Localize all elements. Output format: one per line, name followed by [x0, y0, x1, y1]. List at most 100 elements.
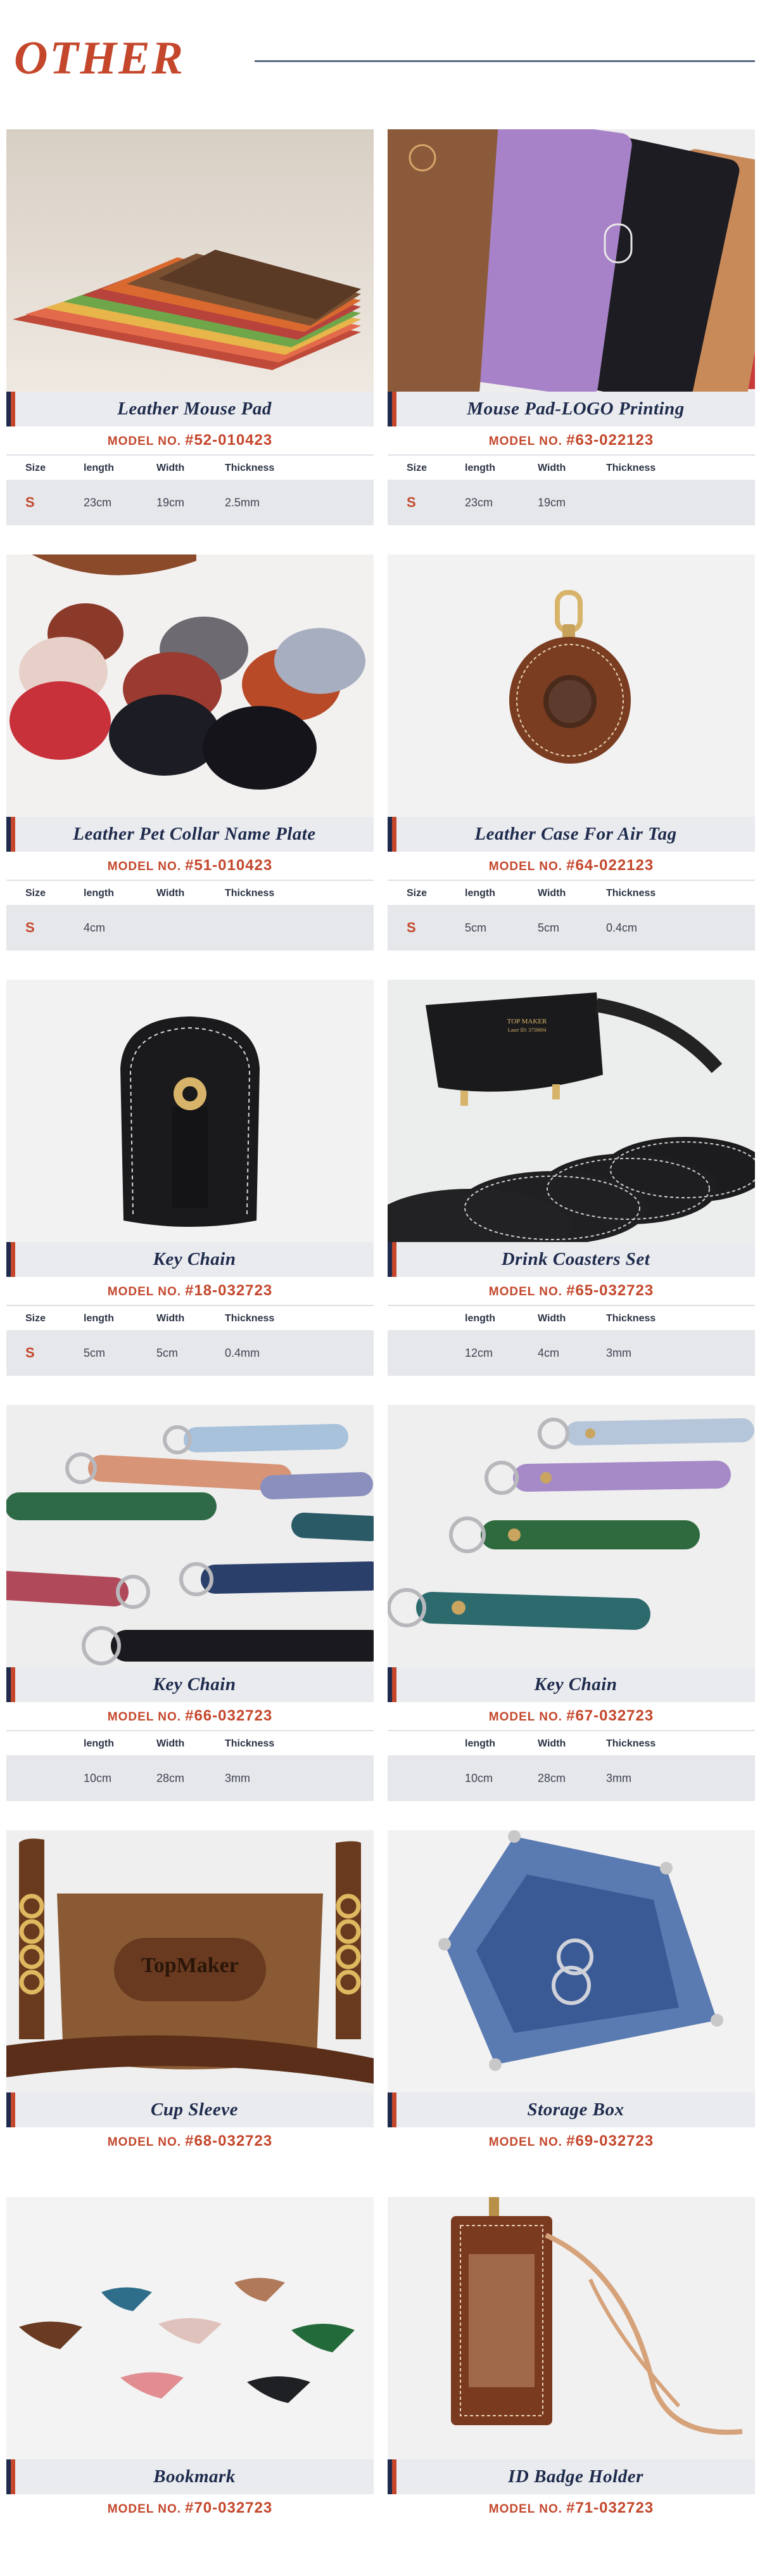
accent-flag [6, 2459, 15, 2494]
spec-size-label: Size [25, 1313, 46, 1324]
spec-values: S 5cm 5cm 0.4mm [6, 1330, 374, 1376]
spec-width-label: Width [538, 1313, 566, 1324]
spec-length-value: 23cm [465, 496, 493, 509]
model-value: #65-032723 [566, 1282, 654, 1299]
model-label: MODEL NO. [107, 860, 182, 873]
product-photo [388, 129, 755, 392]
spec-values: S 5cm 5cm 0.4cm [388, 905, 755, 951]
product-photo [6, 1405, 374, 1667]
model-value: #67-032723 [566, 1707, 654, 1724]
product-card[interactable]: TopMaker Cup Sleeve MODEL NO. #68-032723 [6, 1830, 374, 2172]
spec-width-label: Width [156, 888, 185, 899]
product-name: ID Badge Holder [508, 2466, 643, 2487]
product-card[interactable]: Key Chain MODEL NO. #18-032723 Size lengt… [6, 980, 374, 1376]
product-photo [6, 554, 374, 817]
spec-length-value: 5cm [84, 1347, 106, 1359]
product-name-bar: Bookmark [6, 2459, 374, 2494]
model-label: MODEL NO. [107, 2136, 182, 2149]
product-photo: TOP MAKER Laser ID: 3758694 [388, 980, 755, 1242]
spec-thickness-value: 3mm [606, 1347, 631, 1359]
model-value: #70-032723 [185, 2499, 273, 2516]
product-photo [388, 1405, 755, 1667]
spec-width-value: 19cm [538, 496, 566, 509]
model-label: MODEL NO. [488, 2136, 563, 2149]
model-number: MODEL NO. #52-010423 [6, 426, 374, 454]
product-photo [388, 554, 755, 817]
spec-width-label: Width [538, 463, 566, 473]
model-value: #63-022123 [566, 432, 654, 449]
product-photo: TopMaker [6, 1830, 374, 2092]
spec-header: Size length Width Thickness [6, 880, 374, 905]
accent-flag [388, 392, 396, 426]
product-card[interactable]: ID Badge Holder MODEL NO. #71-032723 [388, 2197, 755, 2539]
product-name: Key Chain [534, 1674, 618, 1695]
spec-values: S 23cm 19cm 2.5mm [6, 480, 374, 525]
product-name: Bookmark [153, 2466, 236, 2487]
model-label: MODEL NO. [107, 435, 182, 448]
accent-flag [6, 1667, 15, 1702]
spec-length-label: length [84, 888, 114, 899]
spec-header: Size length Width Thickness [6, 1305, 374, 1330]
holder-brand-line-2: Laser ID: 3758694 [507, 1027, 547, 1033]
product-card[interactable]: Storage Box MODEL NO. #69-032723 [388, 1830, 755, 2172]
product-name: Leather Case For Air Tag [474, 824, 677, 844]
product-name-bar: Key Chain [6, 1667, 374, 1702]
spec-length-label: length [465, 463, 495, 473]
product-photo [388, 2197, 755, 2459]
spec-length-label: length [465, 1738, 495, 1749]
spec-length-value: 23cm [84, 496, 112, 509]
spec-width-value: 19cm [156, 496, 185, 509]
spec-header: length Width Thickness [388, 1730, 755, 1755]
page-title: OTHER [14, 32, 185, 84]
spec-thickness-label: Thickness [225, 463, 275, 473]
model-label: MODEL NO. [488, 2502, 563, 2516]
spec-width-value: 28cm [156, 1772, 185, 1785]
spec-values: S 23cm 19cm [388, 480, 755, 525]
spec-size-value: S [25, 494, 35, 510]
spec-length-value: 12cm [465, 1347, 493, 1359]
spec-thickness-label: Thickness [225, 888, 275, 899]
spec-values: 12cm 4cm 3mm [388, 1330, 755, 1376]
model-number: MODEL NO. #69-032723 [388, 2127, 755, 2155]
product-photo [388, 1830, 755, 2092]
spec-width-label: Width [156, 1313, 185, 1324]
accent-flag [6, 817, 15, 852]
product-name: Storage Box [527, 2099, 624, 2120]
product-card[interactable]: Leather Pet Collar Name Plate MODEL NO. #… [6, 554, 374, 951]
model-label: MODEL NO. [107, 1710, 182, 1724]
product-name-bar: Key Chain [388, 1667, 755, 1702]
spec-values: 10cm 28cm 3mm [6, 1755, 374, 1801]
accent-flag [6, 1242, 15, 1277]
model-label: MODEL NO. [488, 1285, 563, 1298]
product-name: Key Chain [153, 1249, 236, 1269]
holder-brand-text: TOP MAKER Laser ID: 3758694 [502, 1018, 552, 1034]
spec-length-value: 4cm [84, 921, 106, 934]
spec-length-label: length [465, 1313, 495, 1324]
product-name: Cup Sleeve [151, 2099, 238, 2120]
product-card[interactable]: Mouse Pad-LOGO Printing MODEL NO. #63-022… [388, 129, 755, 525]
accent-flag [388, 2092, 396, 2127]
product-card[interactable]: TOP MAKER Laser ID: 3758694 Drink Coaste… [388, 980, 755, 1376]
spec-length-value: 5cm [465, 921, 487, 934]
product-card[interactable]: Key Chain MODEL NO. #67-032723 length Wid… [388, 1405, 755, 1801]
spec-size-label: Size [407, 888, 428, 899]
spec-width-label: Width [156, 463, 185, 473]
product-card[interactable]: Bookmark MODEL NO. #70-032723 [6, 2197, 374, 2539]
model-number: MODEL NO. #67-032723 [388, 1702, 755, 1730]
product-card[interactable]: Leather Case For Air Tag MODEL NO. #64-02… [388, 554, 755, 951]
model-number: MODEL NO. #64-022123 [388, 852, 755, 880]
model-number: MODEL NO. #18-032723 [6, 1277, 374, 1305]
spec-size-label: Size [25, 888, 46, 899]
product-name-bar: Leather Mouse Pad [6, 392, 374, 426]
model-label: MODEL NO. [488, 1710, 563, 1724]
spec-width-value: 5cm [156, 1347, 179, 1359]
product-card[interactable]: Key Chain MODEL NO. #66-032723 length Wid… [6, 1405, 374, 1801]
spec-width-label: Width [538, 1738, 566, 1749]
accent-flag [388, 817, 396, 852]
spec-size-label: Size [25, 463, 46, 473]
spec-length-label: length [465, 888, 495, 899]
product-name-bar: ID Badge Holder [388, 2459, 755, 2494]
product-card[interactable]: Leather Mouse Pad MODEL NO. #52-010423 Si… [6, 129, 374, 525]
spec-thickness-label: Thickness [606, 463, 656, 473]
product-name: Leather Pet Collar Name Plate [73, 824, 316, 844]
